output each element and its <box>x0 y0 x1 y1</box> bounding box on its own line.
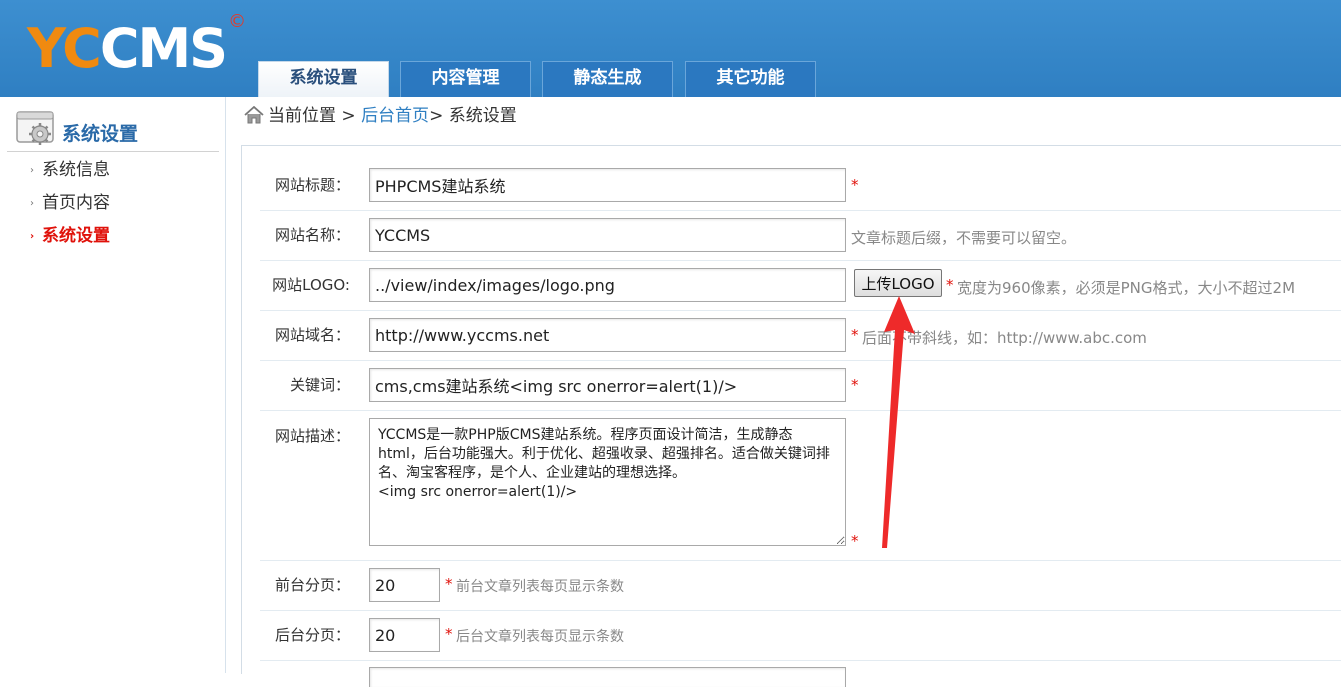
arrow-right-icon: › <box>30 165 34 176</box>
arrow-right-icon: › <box>30 198 34 209</box>
description-textarea[interactable]: YCCMS是一款PHP版CMS建站系统。程序页面设计简洁，生成静态html，后台… <box>369 418 846 546</box>
row-site-logo: 网站LOGO: 上传LOGO * 宽度为960像素，必须是PNG格式，大小不超过… <box>260 260 1341 311</box>
required-mark: * <box>946 276 954 294</box>
site-name-hint: 文章标题后缀，不需要可以留空。 <box>851 229 1077 247</box>
site-name-input[interactable] <box>369 218 846 252</box>
tab-content-management[interactable]: 内容管理 <box>400 61 531 97</box>
front-page-size-input[interactable] <box>369 568 440 602</box>
red-annotation-arrow-icon <box>882 296 915 548</box>
site-logo-hint: 宽度为960像素，必须是PNG格式，大小不超过2M <box>957 279 1296 297</box>
admin-page-size-label: 后台分页： <box>274 626 350 644</box>
site-title-label: 网站标题： <box>274 176 350 194</box>
required-mark: * <box>445 575 453 593</box>
arrow-right-icon: › <box>30 231 35 242</box>
home-icon <box>244 106 264 124</box>
row-next-partial <box>260 660 1341 687</box>
sidebar-item-system-info[interactable]: › 系统信息 <box>30 155 110 180</box>
keywords-input[interactable] <box>369 368 846 402</box>
site-name-label: 网站名称： <box>274 226 350 244</box>
row-site-title: 网站标题： * <box>260 160 1341 211</box>
breadcrumb-home-link[interactable]: 后台首页 <box>361 106 429 126</box>
site-title-input[interactable] <box>369 168 846 202</box>
required-mark: * <box>851 326 859 344</box>
row-admin-page-size: 后台分页： * 后台文章列表每页显示条数 <box>260 610 1341 661</box>
front-page-size-hint: 前台文章列表每页显示条数 <box>456 579 624 595</box>
settings-window-icon <box>16 111 54 145</box>
description-label: 网站描述： <box>274 427 350 445</box>
admin-page-size-hint: 后台文章列表每页显示条数 <box>456 629 624 645</box>
row-description: 网站描述： YCCMS是一款PHP版CMS建站系统。程序页面设计简洁，生成静态h… <box>260 410 1341 561</box>
sidebar-header: 系统设置 <box>7 107 219 152</box>
site-domain-input[interactable] <box>369 318 846 352</box>
settings-form-panel: 网站标题： * 网站名称： 文章标题后缀，不需要可以留空。 网站LOGO: 上传… <box>241 145 1341 687</box>
required-mark: * <box>851 376 859 394</box>
row-front-page-size: 前台分页： * 前台文章列表每页显示条数 <box>260 560 1341 611</box>
required-mark: * <box>445 625 453 643</box>
row-site-domain: 网站域名： * 后面不带斜线，如：http://www.abc.com <box>260 310 1341 361</box>
row-keywords: 关键词： * <box>260 360 1341 411</box>
tab-other-functions[interactable]: 其它功能 <box>685 61 816 97</box>
top-header: YCCMS © 系统设置 内容管理 静态生成 其它功能 <box>0 0 1341 97</box>
sidebar-item-system-settings[interactable]: › 系统设置 <box>30 221 110 246</box>
breadcrumb: 当前位置 > 后台首页> 系统设置 <box>244 104 517 128</box>
site-logo-label: 网站LOGO: <box>272 276 350 294</box>
sidebar-title: 系统设置 <box>62 123 139 145</box>
sidebar: 系统设置 › 系统信息 › 首页内容 › 系统设置 <box>0 97 226 673</box>
required-mark: * <box>851 532 859 550</box>
tab-static-generation[interactable]: 静态生成 <box>542 61 673 97</box>
site-domain-label: 网站域名： <box>274 326 350 344</box>
site-logo-input[interactable] <box>369 268 846 302</box>
tab-system-settings[interactable]: 系统设置 <box>258 61 389 97</box>
yccms-logo: YCCMS © <box>27 11 247 81</box>
sidebar-item-homepage-content[interactable]: › 首页内容 <box>30 188 110 213</box>
row-site-name: 网站名称： 文章标题后缀，不需要可以留空。 <box>260 210 1341 261</box>
registered-mark: © <box>228 11 247 32</box>
admin-page-size-input[interactable] <box>369 618 440 652</box>
front-page-size-label: 前台分页： <box>274 576 350 594</box>
next-field-input[interactable] <box>369 667 846 687</box>
required-mark: * <box>851 176 859 194</box>
keywords-label: 关键词： <box>289 376 350 394</box>
